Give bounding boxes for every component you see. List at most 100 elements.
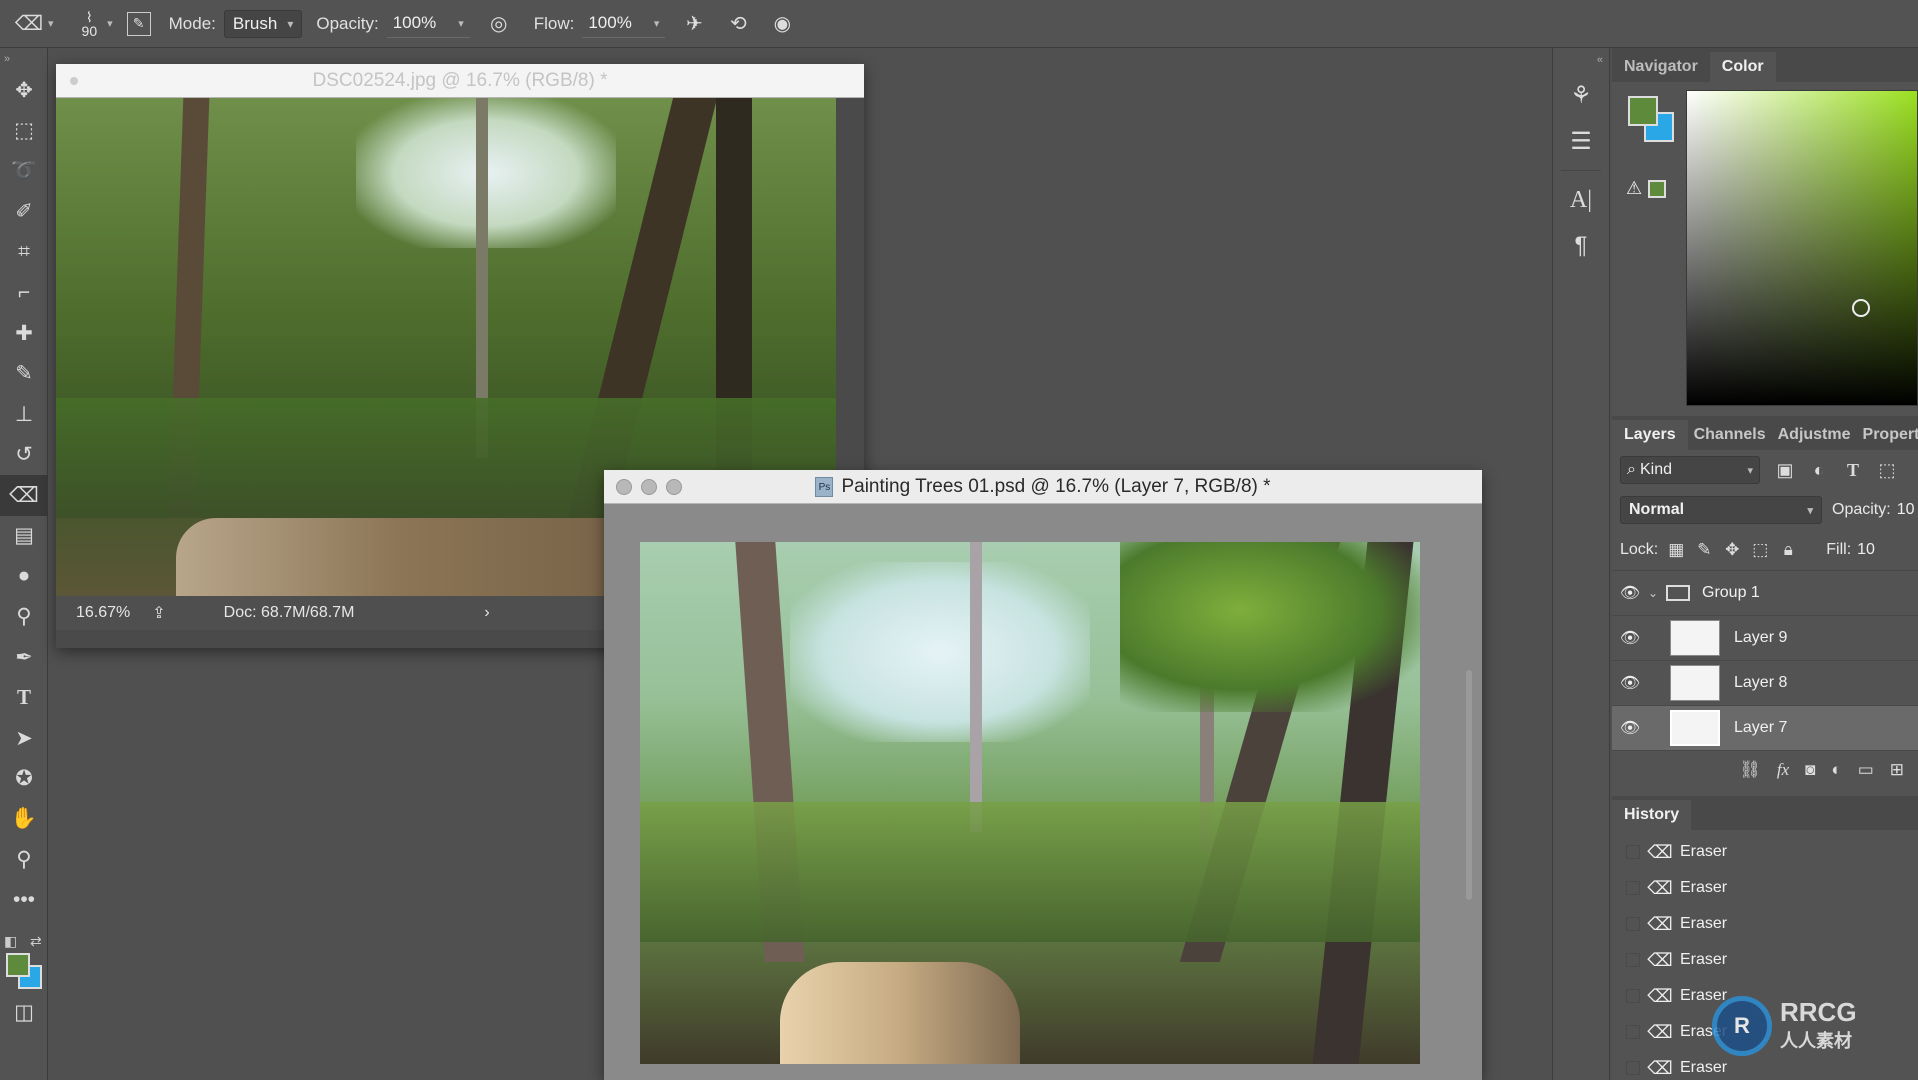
layer-row[interactable]: 👁︎ Layer 8 bbox=[1612, 660, 1918, 705]
brush-preset-picker[interactable]: ⌇ 90 ▾ bbox=[82, 10, 113, 38]
tab-channels[interactable]: Channels bbox=[1688, 420, 1772, 450]
lock-position-icon[interactable]: ✥ bbox=[1718, 540, 1746, 560]
mode-select[interactable]: Brush ▾ bbox=[223, 9, 303, 38]
type-layer-filter-icon[interactable]: T bbox=[1836, 460, 1870, 481]
dodge-tool-icon[interactable]: ⚲ bbox=[0, 597, 48, 638]
clone-stamp-tool-icon[interactable]: ⊥ bbox=[0, 394, 48, 435]
brush-presets-icon[interactable]: ☰ bbox=[1553, 118, 1609, 164]
window-titlebar[interactable]: Ps Painting Trees 01.psd @ 16.7% (Layer … bbox=[604, 470, 1482, 504]
color-picker-cursor[interactable] bbox=[1852, 299, 1870, 317]
painting-canvas[interactable] bbox=[640, 542, 1420, 1064]
history-source-checkbox[interactable] bbox=[1626, 1061, 1640, 1075]
layer-row[interactable]: 👁︎ Layer 9 bbox=[1612, 615, 1918, 660]
adjustment-layer-filter-icon[interactable]: ◐ bbox=[1802, 460, 1836, 481]
hand-tool-icon[interactable]: ✋ bbox=[0, 799, 48, 840]
foreground-color-swatch[interactable] bbox=[6, 952, 30, 977]
eyedropper-tool-icon[interactable]: ⌐ bbox=[0, 273, 48, 314]
lock-image-icon[interactable]: ✎ bbox=[1690, 540, 1718, 560]
brush-settings-icon[interactable]: ⚘ bbox=[1553, 72, 1609, 118]
history-item[interactable]: ⌫ Eraser bbox=[1612, 870, 1918, 906]
window-minimize-button[interactable] bbox=[641, 479, 657, 495]
tool-preset-picker[interactable]: ⌫ ▾ bbox=[14, 9, 54, 39]
lock-transparent-icon[interactable]: ▦ bbox=[1662, 540, 1690, 560]
history-item[interactable]: ⌫ Eraser bbox=[1612, 834, 1918, 870]
brush-tool-icon[interactable]: ✎ bbox=[0, 354, 48, 395]
crop-tool-icon[interactable]: ⌗ bbox=[0, 232, 48, 273]
fx-icon[interactable]: fx bbox=[1777, 760, 1789, 780]
status-menu-arrow-icon[interactable]: › bbox=[484, 604, 489, 622]
opacity-field[interactable]: 100% ▾ bbox=[386, 10, 470, 38]
default-colors-icon[interactable]: ◧ bbox=[4, 933, 17, 950]
brush-panel-toggle[interactable]: ✎ bbox=[126, 11, 151, 36]
tab-layers[interactable]: Layers bbox=[1612, 420, 1688, 450]
gamut-warning-icon[interactable]: ⚠ bbox=[1626, 178, 1642, 199]
history-source-checkbox[interactable] bbox=[1626, 1025, 1640, 1039]
history-source-checkbox[interactable] bbox=[1626, 881, 1640, 895]
history-item[interactable]: ⌫ Eraser bbox=[1612, 942, 1918, 978]
gamut-color-swatch[interactable] bbox=[1648, 180, 1666, 198]
history-item[interactable]: ⌫ Eraser bbox=[1612, 906, 1918, 942]
layer-row-selected[interactable]: 👁︎ Layer 7 bbox=[1612, 705, 1918, 750]
blur-tool-icon[interactable]: ● bbox=[0, 556, 48, 597]
toolbox-collapse-icon[interactable]: » bbox=[0, 48, 47, 70]
eraser-tool-icon[interactable]: ⌫ bbox=[0, 475, 48, 516]
healing-brush-tool-icon[interactable]: ✚ bbox=[0, 313, 48, 354]
blend-mode-select[interactable]: Normal ▾ bbox=[1620, 496, 1822, 524]
tab-history[interactable]: History bbox=[1612, 800, 1692, 830]
flow-field[interactable]: 100% ▾ bbox=[582, 10, 666, 38]
history-source-checkbox[interactable] bbox=[1626, 989, 1640, 1003]
lock-all-icon[interactable]: 🔒︎ bbox=[1774, 540, 1802, 560]
gradient-tool-icon[interactable]: ▤ bbox=[0, 516, 48, 557]
new-adjustment-icon[interactable]: ◐ bbox=[1831, 760, 1841, 780]
layer-row-group[interactable]: 👁︎ ⌄ Group 1 bbox=[1612, 570, 1918, 615]
window-close-button[interactable] bbox=[70, 77, 78, 85]
chevron-down-icon[interactable]: ⌄ bbox=[1648, 586, 1666, 600]
zoom-tool-icon[interactable]: ⚲ bbox=[0, 840, 48, 881]
move-tool-icon[interactable]: ✥ bbox=[0, 70, 48, 111]
character-panel-icon[interactable]: A| bbox=[1553, 177, 1609, 223]
visibility-eye-icon[interactable]: 👁︎ bbox=[1612, 673, 1648, 693]
new-group-icon[interactable]: ▭ bbox=[1858, 760, 1874, 780]
panel-collapse-icon[interactable]: « bbox=[1553, 48, 1609, 72]
color-picker-field[interactable] bbox=[1686, 90, 1918, 406]
window-zoom-button[interactable] bbox=[666, 479, 682, 495]
zoom-level[interactable]: 16.67% bbox=[76, 604, 130, 622]
history-brush-tool-icon[interactable]: ↺ bbox=[0, 435, 48, 476]
window-close-button[interactable] bbox=[616, 479, 632, 495]
new-layer-icon[interactable]: ⊞ bbox=[1890, 760, 1904, 780]
pen-tool-icon[interactable]: ✒ bbox=[0, 637, 48, 678]
document-window-painting[interactable]: Ps Painting Trees 01.psd @ 16.7% (Layer … bbox=[604, 470, 1482, 1080]
link-layers-icon[interactable]: ⛓ bbox=[1739, 760, 1761, 780]
visibility-eye-icon[interactable]: 👁︎ bbox=[1612, 583, 1648, 603]
type-tool-icon[interactable]: T bbox=[0, 678, 48, 719]
path-selection-tool-icon[interactable]: ➤ bbox=[0, 718, 48, 759]
lasso-tool-icon[interactable]: ➰ bbox=[0, 151, 48, 192]
pressure-opacity-button[interactable]: ◎ bbox=[484, 9, 514, 39]
more-tools-icon[interactable]: ••• bbox=[0, 880, 48, 921]
add-mask-icon[interactable]: ◙ bbox=[1805, 760, 1815, 780]
vertical-scrollbar[interactable] bbox=[1466, 670, 1472, 900]
lock-artboard-icon[interactable]: ⬚ bbox=[1746, 540, 1774, 560]
history-source-checkbox[interactable] bbox=[1626, 953, 1640, 967]
color-swatches[interactable]: ◧ ⇄ bbox=[0, 933, 48, 993]
shape-layer-filter-icon[interactable]: ⬚ bbox=[1870, 460, 1904, 481]
window-titlebar[interactable]: DSC02524.jpg @ 16.7% (RGB/8) * bbox=[56, 64, 864, 98]
paragraph-panel-icon[interactable]: ¶ bbox=[1553, 223, 1609, 269]
layer-kind-select[interactable]: ⌕ Kind ▾ bbox=[1620, 456, 1760, 484]
export-icon[interactable]: ⇪ bbox=[152, 603, 165, 623]
tab-navigator[interactable]: Navigator bbox=[1612, 52, 1710, 82]
tab-color[interactable]: Color bbox=[1709, 52, 1776, 82]
layer-opacity-value[interactable]: 10 bbox=[1897, 501, 1915, 519]
airbrush-button[interactable]: ✈ bbox=[679, 9, 709, 39]
marquee-tool-icon[interactable]: ⬚ bbox=[0, 111, 48, 152]
quick-select-tool-icon[interactable]: ✐ bbox=[0, 192, 48, 233]
history-source-checkbox[interactable] bbox=[1626, 917, 1640, 931]
erase-to-history-button[interactable]: ⟲ bbox=[723, 9, 753, 39]
visibility-eye-icon[interactable]: 👁︎ bbox=[1612, 628, 1648, 648]
tab-adjustments[interactable]: Adjustme bbox=[1772, 420, 1857, 450]
fill-value[interactable]: 10 bbox=[1857, 541, 1875, 559]
foreground-color-swatch[interactable] bbox=[1628, 96, 1658, 126]
pressure-size-button[interactable]: ◉ bbox=[767, 9, 797, 39]
pixel-layer-filter-icon[interactable]: ▣ bbox=[1768, 460, 1802, 481]
visibility-eye-icon[interactable]: 👁︎ bbox=[1612, 718, 1648, 738]
